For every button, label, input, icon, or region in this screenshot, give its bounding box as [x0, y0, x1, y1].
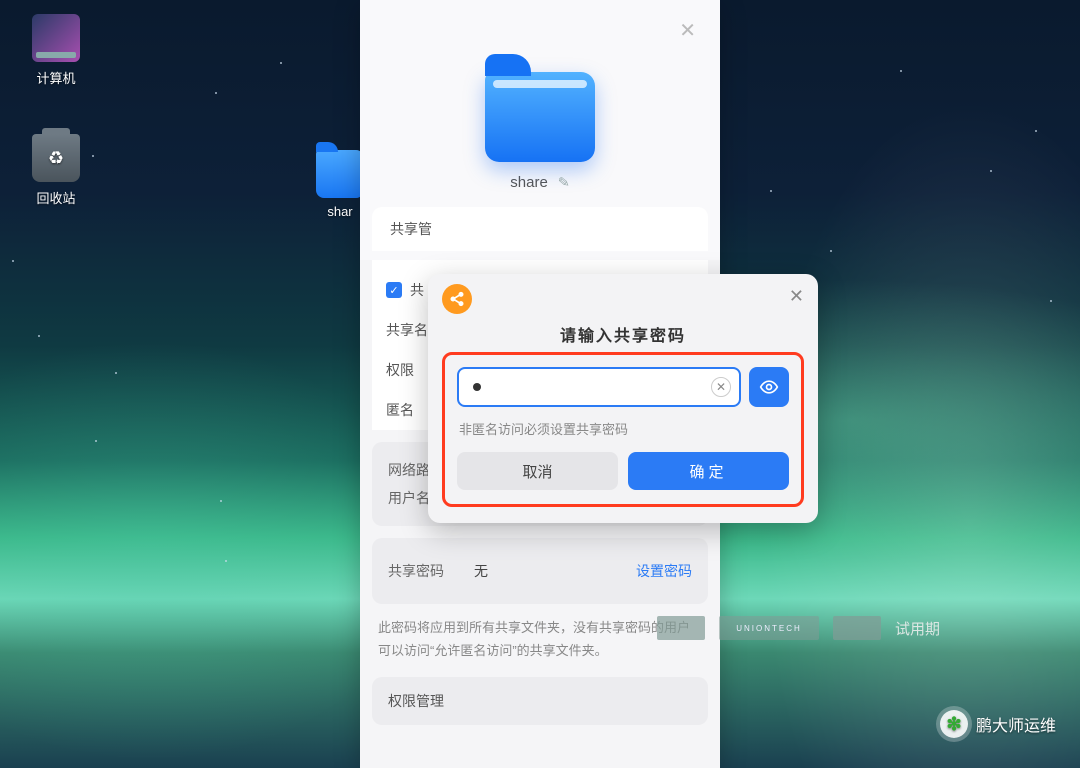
share-pw-helper: 此密码将应用到所有共享文件夹，没有共享密码的用户可以访问“允许匿名访问”的共享文… [378, 616, 702, 663]
share-password-input[interactable]: ✕ [457, 367, 741, 407]
dialog-body-highlight: ✕ 非匿名访问必须设置共享密码 取消 确定 [442, 352, 804, 507]
dialog-close-icon[interactable]: ✕ [789, 286, 804, 307]
folder-name-text: share [510, 174, 548, 191]
panel-header: ✕ share ✎ 共享管 [360, 0, 720, 260]
wechat-icon: ❇ [940, 710, 968, 738]
desktop-icon-trash[interactable]: ♻ 回收站 [16, 134, 96, 207]
desktop-icon-computer[interactable]: 计算机 [16, 14, 96, 87]
folder-large-icon [485, 72, 595, 162]
cancel-button[interactable]: 取消 [457, 452, 618, 490]
password-masked-char [473, 383, 481, 391]
tab-share-management[interactable]: 共享管 [390, 219, 432, 239]
share-checkbox[interactable]: ✓ [386, 282, 402, 298]
trash-icon: ♻ [32, 134, 80, 182]
desktop-icon-label: 计算机 [16, 68, 96, 87]
set-password-link[interactable]: 设置密码 [636, 561, 692, 581]
share-pw-label: 共享密码 [388, 561, 474, 581]
brand-text: UNIONTECH [719, 616, 819, 640]
share-password-card: 共享密码 无 设置密码 [372, 538, 708, 604]
dialog-hint: 非匿名访问必须设置共享密码 [459, 419, 787, 438]
share-password-dialog: ✕ 请输入共享密码 ✕ 非匿名访问必须设置共享密码 取消 确定 [428, 274, 818, 523]
edit-name-icon[interactable]: ✎ [557, 174, 570, 192]
desktop-icon-label: 回收站 [16, 188, 96, 207]
share-pw-value: 无 [474, 561, 636, 581]
folder-icon [316, 150, 364, 198]
confirm-button[interactable]: 确定 [628, 452, 789, 490]
trial-text: 试用期 [895, 618, 940, 639]
permission-mgmt-label: 权限管理 [388, 693, 444, 709]
watermark-text: 鹏大师运维 [976, 712, 1056, 736]
toggle-password-visibility-button[interactable] [749, 367, 789, 407]
clear-input-icon[interactable]: ✕ [711, 377, 731, 397]
permission-management-card[interactable]: 权限管理 [372, 677, 708, 725]
system-trial-watermark: UNIONTECH 试用期 [657, 616, 940, 640]
share-icon [442, 284, 472, 314]
author-watermark: ❇ 鹏大师运维 [940, 710, 1056, 738]
close-icon[interactable]: ✕ [679, 18, 696, 43]
dialog-title: 请输入共享密码 [442, 322, 804, 346]
computer-icon [32, 14, 80, 62]
